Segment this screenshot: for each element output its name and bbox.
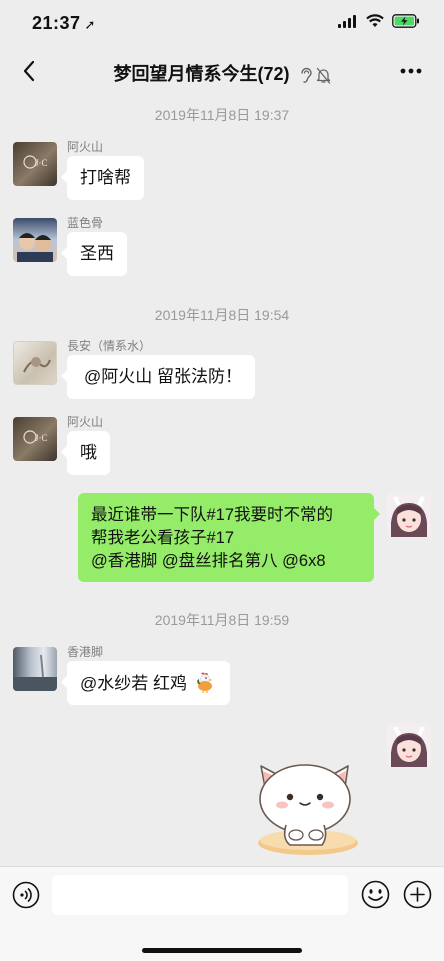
avatar[interactable]: J·C [13, 142, 57, 186]
message-text: 圣西 [80, 244, 114, 263]
sender-name: 阿火山 [67, 140, 104, 154]
message-text-line: 帮我老公看孩子#17 [91, 529, 235, 547]
message-text-line: 最近谁带一下队#17我要时不常的 [91, 506, 334, 524]
avatar-image [391, 726, 427, 767]
sender-name: 香港脚 [67, 645, 104, 659]
avatar-image: J·C [23, 155, 48, 169]
avatar-self[interactable] [387, 723, 431, 767]
status-icons [338, 14, 420, 28]
emoji-icon[interactable] [361, 880, 390, 909]
input-bar [0, 866, 444, 961]
wifi-icon [366, 14, 384, 27]
message-bubble[interactable]: 圣西 [61, 232, 127, 276]
message-text: @水纱若 红鸡 [80, 674, 187, 693]
message-text: @阿火山 留张法防！ [84, 367, 242, 386]
message-bubble[interactable]: @水纱若 红鸡 [61, 661, 230, 705]
mute-bell-icon [316, 67, 330, 84]
rooster-emoji-icon [196, 672, 213, 693]
message-bubble[interactable]: @阿火山 留张法防！ [61, 355, 255, 399]
timestamp: 2019年11月8日 19:54 [154, 307, 290, 323]
more-dots-icon [400, 68, 422, 74]
battery-charging-icon [392, 14, 419, 28]
avatar-image [17, 233, 53, 262]
sender-name: 蓝色骨 [67, 216, 104, 230]
signal-icon [338, 14, 356, 28]
message-bubble[interactable]: 哦 [61, 431, 110, 475]
avatar[interactable] [13, 647, 57, 691]
home-indicator [142, 948, 302, 953]
message-text: 打啥帮 [80, 168, 131, 187]
cat-sticker[interactable] [250, 761, 360, 861]
avatar-image [23, 357, 51, 373]
more-button[interactable] [394, 56, 428, 86]
message-text-line: @香港脚 @盘丝排名第八 @6x8 [91, 552, 326, 570]
avatar-image [391, 496, 427, 537]
sender-name: 阿火山 [67, 415, 104, 429]
avatar-jc-text: J·C [35, 158, 48, 168]
voice-input-icon[interactable] [12, 881, 40, 909]
avatar-self[interactable] [387, 493, 431, 537]
avatar-image [13, 654, 57, 691]
avatar[interactable] [13, 341, 57, 385]
message-bubble[interactable]: 打啥帮 [61, 156, 144, 200]
message-bubble-self[interactable]: 最近谁带一下队#17我要时不常的 帮我老公看孩子#17 @香港脚 @盘丝排名第八… [78, 493, 380, 582]
location-arrow-icon: ➚ [84, 17, 96, 32]
nav-bar: 梦回望月情系今生(72) [0, 46, 444, 96]
ear-icon [300, 67, 312, 83]
sender-name: 長安（情系水） [67, 339, 152, 353]
status-time: 21:37 ➚ [32, 13, 96, 34]
avatar[interactable]: J·C [13, 417, 57, 461]
timestamp: 2019年11月8日 19:37 [154, 107, 290, 123]
chat-title-text: 梦回望月情系今生(72) [113, 64, 290, 84]
avatar-image: J·C [23, 430, 48, 444]
plus-icon[interactable] [403, 880, 432, 909]
timestamp: 2019年11月8日 19:59 [154, 612, 290, 628]
chat-title: 梦回望月情系今生(72) [0, 60, 444, 86]
avatar[interactable] [13, 218, 57, 262]
message-text: 哦 [80, 443, 97, 462]
avatar-jc-text: J·C [35, 433, 48, 443]
message-input[interactable] [52, 875, 348, 915]
chat-area[interactable]: 2019年11月8日 19:37 J·C 阿火山 打啥帮 蓝色骨 圣西 2019… [0, 96, 444, 866]
clock-text: 21:37 [32, 13, 81, 33]
status-bar: 21:37 ➚ [0, 0, 444, 46]
title-status-icons [299, 67, 331, 84]
